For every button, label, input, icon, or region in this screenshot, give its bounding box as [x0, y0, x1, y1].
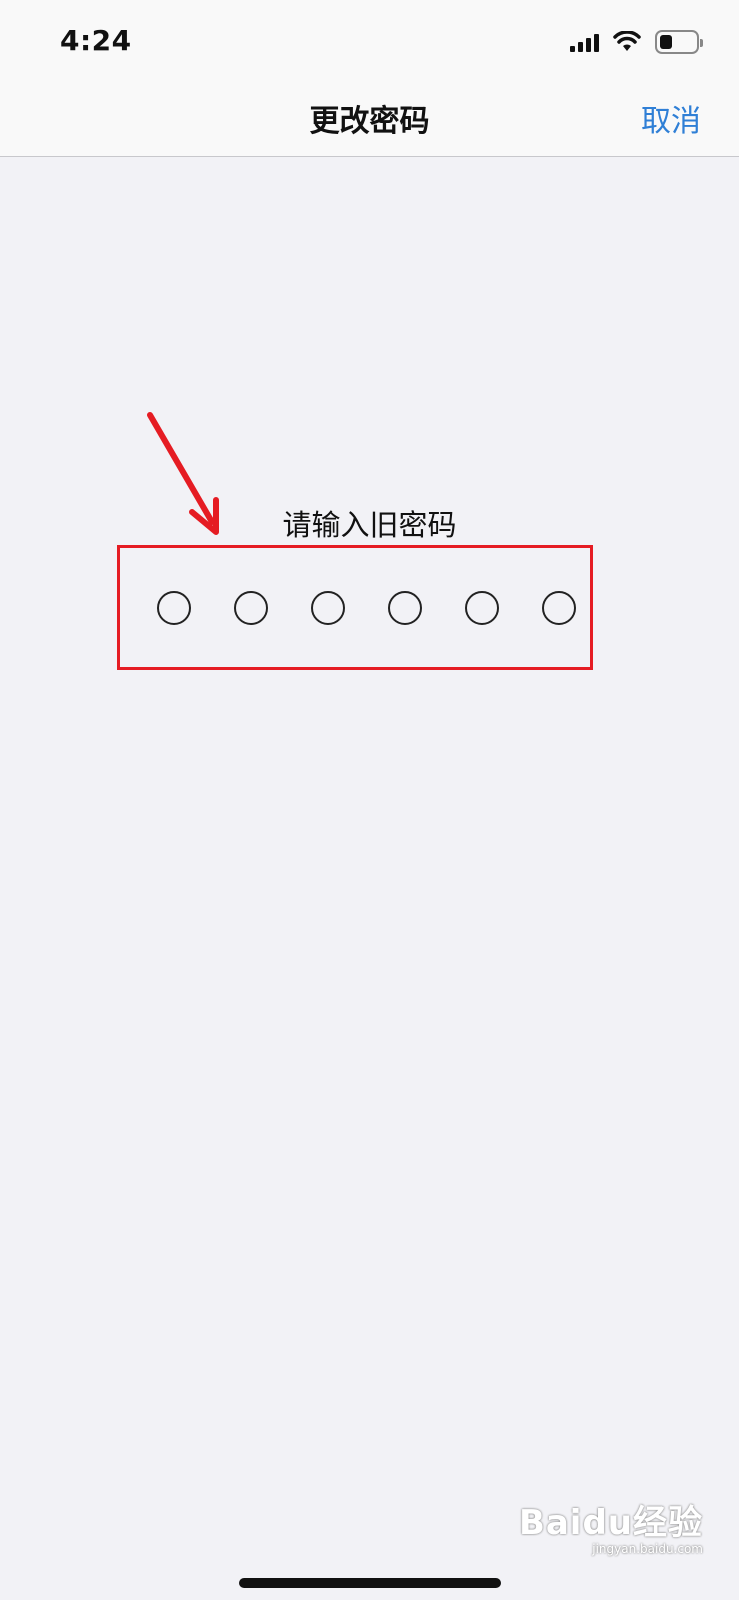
passcode-dot [234, 591, 268, 625]
passcode-input[interactable] [157, 591, 576, 625]
navigation-header: 4:24 更改密码 取消 [0, 0, 739, 157]
passcode-dot [311, 591, 345, 625]
passcode-dot [465, 591, 499, 625]
battery-level [660, 35, 672, 49]
passcode-dot [542, 591, 576, 625]
status-icons [570, 30, 703, 54]
page-title: 更改密码 [309, 104, 430, 139]
watermark-logo: Baidu经验 [518, 1503, 703, 1543]
cancel-button[interactable]: 取消 [641, 96, 701, 140]
passcode-dot [388, 591, 422, 625]
home-indicator[interactable] [239, 1578, 501, 1588]
watermark-url: jingyan.baidu.com [592, 1542, 703, 1556]
cellular-signal-icon [570, 32, 599, 52]
watermark: Baidu经验 jingyan.baidu.com [519, 1495, 703, 1556]
status-time: 4:24 [60, 24, 132, 57]
battery-icon [655, 30, 703, 54]
passcode-dot [157, 591, 191, 625]
wifi-icon [613, 31, 641, 51]
passcode-prompt: 请输入旧密码 [282, 508, 457, 542]
